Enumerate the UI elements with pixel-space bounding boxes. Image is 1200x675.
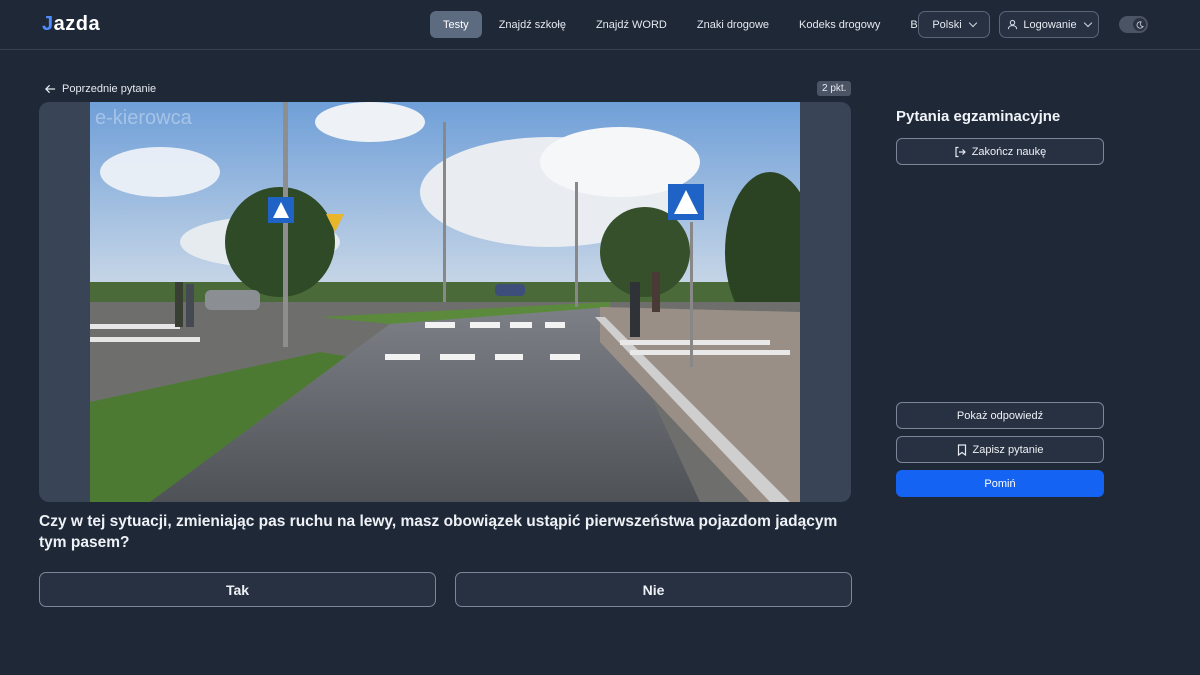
- language-label: Polski: [932, 18, 962, 31]
- logout-icon: [955, 146, 966, 157]
- save-question-label: Zapisz pytanie: [972, 443, 1044, 456]
- moon-icon: [1133, 18, 1146, 31]
- question-text: Czy w tej sytuacji, zmieniając pas ruchu…: [39, 513, 838, 551]
- jazda-logo[interactable]: Jazda: [42, 12, 100, 36]
- road-scene-image: e-kierowca: [90, 102, 800, 502]
- user-icon: [1008, 19, 1018, 30]
- answer-no-button[interactable]: Nie: [455, 572, 852, 607]
- login-label: Logowanie: [1023, 18, 1077, 31]
- nav-item-kodeks-drogowy[interactable]: Kodeks drogowy: [786, 11, 893, 38]
- main-nav: Testy Znajdź szkołę Znajdź WORD Znaki dr…: [430, 11, 949, 38]
- theme-toggle[interactable]: [1119, 16, 1148, 33]
- nav-item-znaki-drogowe[interactable]: Znaki drogowe: [684, 11, 782, 38]
- chevron-down-icon: [1083, 18, 1092, 28]
- logo-mark: J: [42, 12, 54, 35]
- arrow-left-icon: [45, 84, 56, 94]
- skip-button[interactable]: Pomiń: [896, 470, 1104, 497]
- nav-item-testy[interactable]: Testy: [430, 11, 482, 38]
- answer-yes-button[interactable]: Tak: [39, 572, 436, 607]
- question-media: e-kierowca: [39, 102, 851, 502]
- end-learning-label: Zakończ naukę: [971, 145, 1047, 158]
- bookmark-icon: [957, 443, 966, 456]
- sidebar-title: Pytania egzaminacyjne: [896, 108, 1061, 125]
- nav-item-znajdz-szkole[interactable]: Znajdź szkołę: [486, 11, 579, 38]
- points-badge: 2 pkt.: [817, 81, 852, 96]
- top-navbar: Jazda Testy Znajdź szkołę Znajdź WORD Zn…: [0, 0, 1200, 50]
- media-watermark: e-kierowca: [95, 107, 193, 129]
- nav-item-znajdz-word[interactable]: Znajdź WORD: [583, 11, 680, 38]
- language-select[interactable]: Polski: [918, 11, 990, 38]
- previous-question-link[interactable]: Poprzednie pytanie: [45, 81, 156, 97]
- login-button[interactable]: Logowanie: [999, 11, 1099, 38]
- logo-text: azda: [53, 12, 101, 35]
- previous-question-label: Poprzednie pytanie: [62, 83, 157, 95]
- chevron-down-icon: [968, 18, 977, 28]
- save-question-button[interactable]: Zapisz pytanie: [896, 436, 1104, 463]
- end-learning-button[interactable]: Zakończ naukę: [896, 138, 1104, 165]
- show-answer-button[interactable]: Pokaż odpowiedź: [896, 402, 1104, 429]
